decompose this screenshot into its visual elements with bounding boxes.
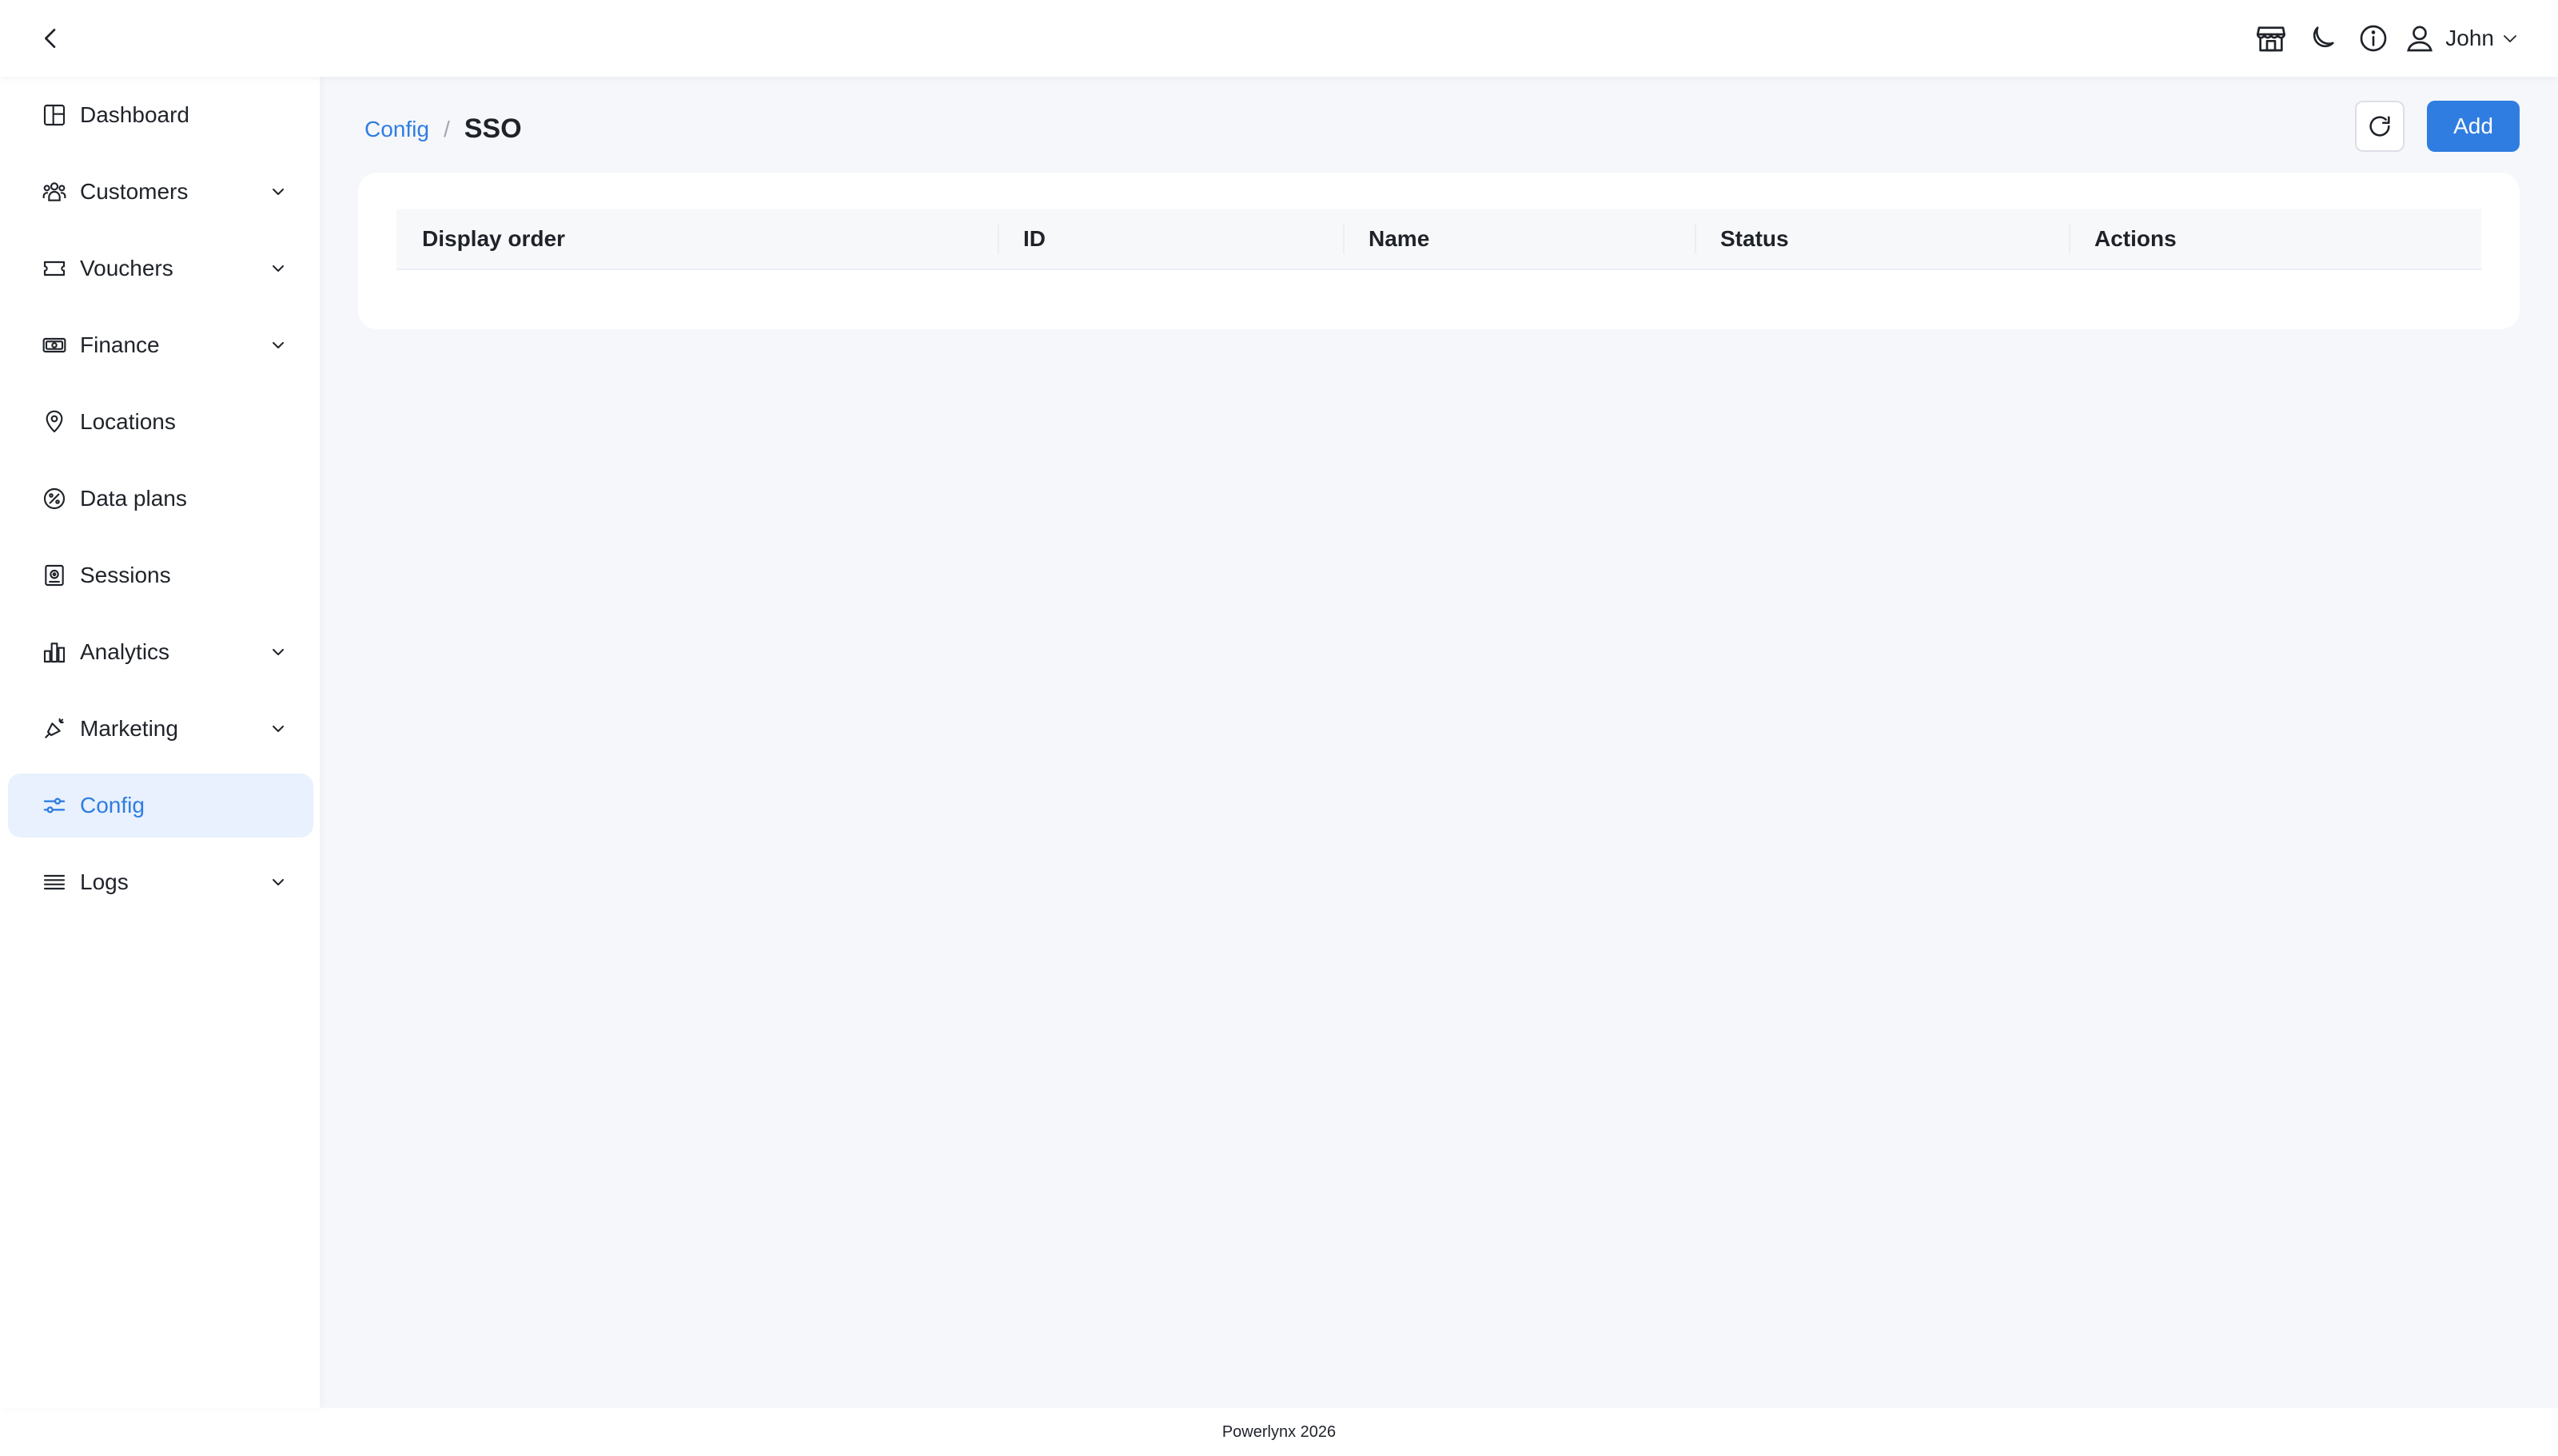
sidebar-item-locations[interactable]: Locations: [8, 390, 313, 454]
list-icon: [40, 868, 69, 897]
sidebar-item-vouchers[interactable]: Vouchers: [8, 237, 313, 300]
column-header-name[interactable]: Name: [1343, 209, 1695, 269]
money-icon: [40, 331, 69, 360]
bar-chart-icon: [40, 638, 69, 666]
footer: Powerlynx 2026: [0, 1408, 2558, 1456]
percent-icon: [40, 484, 69, 513]
chevron-down-icon: [267, 334, 289, 356]
main-content: Config / SSO Add Display order ID Name S…: [320, 77, 2558, 1408]
column-header-actions: Actions: [2069, 209, 2481, 269]
column-header-display-order[interactable]: Display order: [396, 209, 998, 269]
sidebar-item-label: Customers: [80, 179, 189, 204]
sidebar-item-label: Locations: [80, 409, 176, 434]
column-header-id[interactable]: ID: [998, 209, 1343, 269]
sidebar-item-dashboard[interactable]: Dashboard: [8, 83, 313, 147]
top-actions: John: [2239, 19, 2520, 58]
sidebar-item-label: Vouchers: [80, 256, 173, 280]
store-icon: [2255, 22, 2287, 54]
column-header-status[interactable]: Status: [1695, 209, 2069, 269]
megaphone-icon: [40, 714, 69, 743]
refresh-icon: [2366, 113, 2393, 140]
sidebar-item-marketing[interactable]: Marketing: [8, 697, 313, 761]
sidebar: Dashboard Customers Vouchers Finance Loc…: [0, 77, 320, 1408]
page-title: SSO: [464, 113, 522, 144]
chevron-down-icon: [267, 181, 289, 203]
user-menu[interactable]: John: [2404, 22, 2520, 54]
sidebar-item-data-plans[interactable]: Data plans: [8, 467, 313, 531]
ticket-icon: [40, 254, 69, 283]
store-button[interactable]: [2252, 19, 2290, 58]
footer-text: Powerlynx 2026: [1221, 1422, 1337, 1441]
breadcrumb-separator: /: [443, 116, 450, 141]
sessions-icon: [40, 561, 69, 590]
sidebar-item-analytics[interactable]: Analytics: [8, 620, 313, 684]
back-button[interactable]: [38, 16, 83, 61]
info-button[interactable]: [2354, 19, 2393, 58]
customers-icon: [40, 177, 69, 206]
add-button[interactable]: Add: [2427, 101, 2520, 152]
sidebar-item-finance[interactable]: Finance: [8, 313, 313, 377]
info-icon: [2357, 22, 2389, 54]
breadcrumb-config-link[interactable]: Config: [365, 117, 429, 142]
sidebar-item-label: Data plans: [80, 486, 187, 511]
moon-icon: [2306, 22, 2338, 54]
back-icon: [38, 26, 64, 51]
sidebar-item-label: Marketing: [80, 716, 178, 741]
table-header: Display order ID Name Status Actions: [396, 209, 2481, 270]
sidebar-item-label: Dashboard: [80, 102, 189, 127]
dashboard-icon: [40, 101, 69, 129]
chevron-down-icon: [267, 871, 289, 893]
refresh-button[interactable]: [2355, 101, 2405, 152]
sidebar-item-label: Analytics: [80, 639, 170, 664]
user-icon: [2404, 22, 2436, 54]
chevron-down-icon: [267, 641, 289, 663]
sidebar-item-label: Config: [80, 793, 145, 818]
sso-table-card: Display order ID Name Status Actions: [358, 173, 2520, 329]
location-pin-icon: [40, 408, 69, 436]
sidebar-item-sessions[interactable]: Sessions: [8, 543, 313, 607]
sliders-icon: [40, 791, 69, 820]
top-bar: John: [0, 0, 2558, 77]
chevron-down-icon: [2500, 29, 2520, 48]
sidebar-item-label: Sessions: [80, 563, 171, 587]
chevron-down-icon: [267, 257, 289, 280]
theme-toggle-button[interactable]: [2303, 19, 2341, 58]
breadcrumb: Config / SSO: [365, 113, 522, 145]
sidebar-item-logs[interactable]: Logs: [8, 850, 313, 914]
chevron-down-icon: [267, 718, 289, 740]
sidebar-item-config[interactable]: Config: [8, 774, 313, 837]
sidebar-item-label: Finance: [80, 332, 160, 357]
sidebar-item-customers[interactable]: Customers: [8, 160, 313, 224]
sidebar-item-label: Logs: [80, 869, 129, 894]
user-name: John: [2445, 26, 2494, 50]
